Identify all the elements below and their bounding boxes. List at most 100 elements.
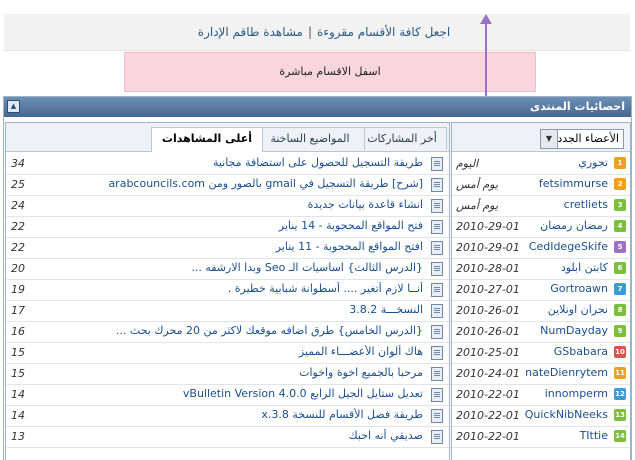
table-row: 14 طريقة فصل الأقسام للنسخة 3.8.x [6,405,449,427]
member-name-link[interactable]: fetsimmurse [539,177,608,190]
rank-badge-icon: 14 [614,430,626,442]
view-count: 17 [11,304,25,317]
member-name-link[interactable]: نجران اونلاين [548,303,608,316]
view-count: 15 [11,367,25,380]
document-icon [431,241,443,255]
list-item: 2010-28-01 كابتن ابلود 6 [452,258,630,280]
rank-badge-icon: 1 [614,157,626,169]
member-name-link[interactable]: cretliets [564,198,608,211]
rank-badge-icon: 6 [614,262,626,274]
topics-panel: أخر المشاركات المواضيع الساخنة أعلى المش… [5,122,450,460]
placement-notice: اسفل الاقسام مباشرة [124,52,536,92]
member-name-link[interactable]: nateDienrytem [525,366,608,379]
topic-title-link[interactable]: فتح المواقع المحجوبة - 14 يناير [33,219,423,232]
join-date: 2010-28-01 [456,262,520,275]
topic-title-link[interactable]: طريقة فصل الأقسام للنسخة 3.8.x [33,408,423,421]
member-name-link[interactable]: كابتن ابلود [561,261,608,274]
forum-stats-box: ▲ احصائيات المنتدى أخر المشاركات المواضي… [3,96,632,460]
member-name-link[interactable]: innomperm [545,387,608,400]
member-name-link[interactable]: NumDayday [540,324,608,337]
rank-badge-icon: 3 [614,199,626,211]
rank-badge-icon: 9 [614,325,626,337]
list-item: 2010-27-01 Gortroawn 7 [452,279,630,301]
document-icon [431,220,443,234]
table-row: 19 أنــا لازم أتغير .... أسطوانة شبابية خ… [6,279,449,301]
members-filter-select[interactable]: الأعضاء الجدد ▼ [540,129,624,149]
join-date: 2010-22-01 [456,388,520,401]
chevron-down-icon[interactable]: ▼ [541,130,558,148]
table-row: 22 افتح المواقع المحجوبة - 11 يناير [6,237,449,259]
document-icon [431,283,443,297]
collapse-icon[interactable]: ▲ [7,100,20,113]
member-name-link[interactable]: TIttie [580,429,608,442]
document-icon [431,304,443,318]
topic-title-link[interactable]: أنــا لازم أتغير .... أسطوانة شبابية خطي… [33,282,423,295]
view-count: 34 [11,157,25,170]
topic-title-link[interactable]: صديقي أنه احبك [33,429,423,442]
member-name-link[interactable]: Gortroawn [550,282,608,295]
view-count: 19 [11,283,25,296]
mark-all-read-link[interactable]: اجعل كافة الأقسام مقروءة [317,25,450,39]
table-row: 17 النسخـــة 3.8.2 [6,300,449,322]
view-count: 14 [11,388,25,401]
table-row: 34 طريقة التسجيل للحصول على استضافة مجاني… [6,153,449,175]
join-date: 2010-26-01 [456,325,520,338]
topic-title-link[interactable]: انشاء قاعدة بيانات جديدة [33,198,423,211]
rank-badge-icon: 11 [614,367,626,379]
join-date: يوم أمس [456,178,499,191]
join-date: يوم أمس [456,199,499,212]
members-filter-value: الأعضاء الجدد [557,132,619,145]
list-item: اليوم تجوري 1 [452,153,630,175]
view-staff-link[interactable]: مشاهدة طاقم الإدارة [198,25,303,39]
member-name-link[interactable]: CedIdegeSkife [529,240,608,253]
topic-title-link[interactable]: هاك ألوان الأعضـــاء المميز [33,345,423,358]
tab-hot-topics[interactable]: المواضيع الساخنة [255,127,365,150]
topic-title-link[interactable]: النسخـــة 3.8.2 [33,303,423,316]
topic-title-link[interactable]: مرحبا بالجميع اخوة واخوات [33,366,423,379]
join-date: 2010-26-01 [456,304,520,317]
view-count: 14 [11,409,25,422]
rank-badge-icon: 2 [614,178,626,190]
join-date: 2010-29-01 [456,220,520,233]
document-icon [431,262,443,276]
list-item: يوم أمس cretliets 3 [452,195,630,217]
table-row: 24 انشاء قاعدة بيانات جديدة [6,195,449,217]
document-icon [431,409,443,423]
join-date: 2010-27-01 [456,283,520,296]
tab-latest-posts[interactable]: أخر المشاركات [357,127,447,150]
topic-title-link[interactable]: {الدرس الثالث} اساسيات الـ Seo وبدا الار… [33,261,423,274]
page: اجعل كافة الأقسام مقروءة | مشاهدة طاقم الإ… [0,0,635,460]
table-row: 15 هاك ألوان الأعضـــاء المميز [6,342,449,364]
topic-title-link[interactable]: افتح المواقع المحجوبة - 11 يناير [33,240,423,253]
topic-title-link[interactable]: {الدرس الخامس} طرق اضافه موقعك لاكثر من … [33,324,423,337]
document-icon [431,178,443,192]
topic-title-link[interactable]: [شرح] طريقة التسجيل في gmail بالصور ومن … [33,177,423,190]
topic-title-link[interactable]: طريقة التسجيل للحصول على استضافة مجانية [33,156,423,169]
tab-most-viewed[interactable]: أعلى المشاهدات [151,127,263,152]
list-item: 2010-25-01 GSbabara 10 [452,342,630,364]
table-row: 22 فتح المواقع المحجوبة - 14 يناير [6,216,449,238]
document-icon [431,325,443,339]
topic-title-link[interactable]: تعديل ستايل الجيل الرابع vBulletin Versi… [33,387,423,400]
member-name-link[interactable]: GSbabara [554,345,608,358]
links-separator: | [307,25,313,39]
list-item: 2010-29-01 رمضان رمضان 4 [452,216,630,238]
view-count: 22 [11,220,25,233]
forum-stats-header: ▲ احصائيات المنتدى [4,97,631,117]
rank-badge-icon: 12 [614,388,626,400]
document-icon [431,367,443,381]
rank-badge-icon: 10 [614,346,626,358]
document-icon [431,346,443,360]
view-count: 20 [11,262,25,275]
document-icon [431,388,443,402]
member-name-link[interactable]: تجوري [578,156,608,169]
join-date: 2010-22-01 [456,430,520,443]
table-row: 14 تعديل ستايل الجيل الرابع vBulletin Ver… [6,384,449,406]
member-name-link[interactable]: QuickNibNeeks [525,408,608,421]
list-item: 2010-22-01 TIttie 14 [452,426,630,448]
list-item: 2010-26-01 نجران اونلاين 8 [452,300,630,322]
view-count: 24 [11,199,25,212]
rank-badge-icon: 8 [614,304,626,316]
member-name-link[interactable]: رمضان رمضان [540,219,608,232]
members-panel-header: الأعضاء الجدد ▼ [452,123,630,152]
